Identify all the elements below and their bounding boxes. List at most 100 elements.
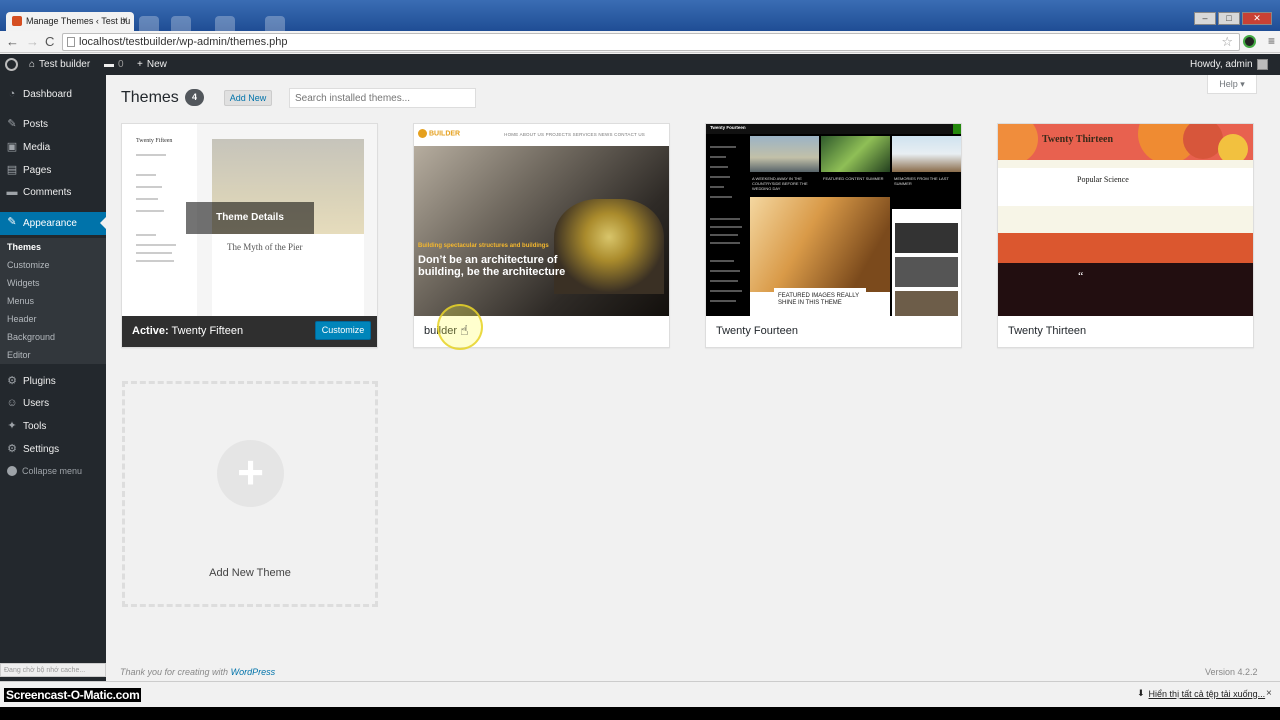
search-themes-input[interactable]	[289, 88, 476, 108]
comments-icon: ▬	[6, 186, 18, 198]
home-icon: ⌂	[29, 59, 36, 70]
preview-band	[998, 206, 1253, 233]
theme-screenshot[interactable]: Twenty Thirteen Popular Science “	[998, 124, 1253, 316]
submenu-customize[interactable]: Customize	[7, 260, 50, 270]
add-new-theme-label: Add New Theme	[209, 567, 291, 579]
sidebar-item-label: Comments	[23, 187, 72, 198]
tab-title: Manage Themes ‹ Test bu	[26, 16, 131, 26]
comments-count: 0	[118, 59, 124, 70]
reload-icon[interactable]: C	[45, 34, 54, 49]
sunset-image	[750, 197, 890, 292]
window-controls: – □ ✕	[1194, 12, 1272, 25]
browser-menu-icon[interactable]: ≡	[1268, 34, 1275, 48]
sidebar-item-posts[interactable]: ✎ Posts	[0, 114, 106, 135]
sidebar-item-pages[interactable]: ▤ Pages	[0, 160, 106, 181]
theme-screenshot[interactable]: Twenty Fifteen The Myth of the Pier Them…	[122, 124, 377, 316]
site-name-link[interactable]: ⌂ Test builder	[29, 59, 90, 70]
sidebar-item-dashboard[interactable]: ◔ Dashboard	[0, 84, 106, 105]
back-icon[interactable]: ←	[6, 34, 19, 49]
preview-band	[998, 263, 1253, 316]
theme-card-twenty-fifteen[interactable]: Twenty Fifteen The Myth of the Pier Them…	[121, 123, 378, 348]
theme-name-bar: Active: Twenty Fifteen Customize	[122, 316, 377, 347]
image-widget	[895, 291, 958, 316]
hand-cursor-icon: ☝	[460, 322, 469, 338]
decor-circle	[1218, 134, 1248, 160]
plugin-icon: ⚙	[7, 375, 17, 387]
submenu-menus[interactable]: Menus	[7, 296, 34, 306]
help-tab[interactable]: Help ▾	[1207, 75, 1257, 94]
wordpress-logo-icon	[5, 58, 18, 71]
preview-caption: MEMORIES FROM THE LAST SUMMER	[894, 176, 949, 186]
blurred-tab[interactable]	[265, 16, 285, 31]
new-tab-button[interactable]	[139, 16, 159, 31]
collapse-menu-button[interactable]: Collapse menu	[7, 466, 82, 476]
preview-post-title: Popular Science	[1077, 175, 1129, 184]
theme-details-button[interactable]: Theme Details	[186, 202, 314, 234]
sidebar-item-label: Dashboard	[23, 89, 72, 100]
brush-icon: ✎	[7, 216, 17, 228]
window-close-button[interactable]: ✕	[1242, 12, 1272, 25]
theme-screenshot[interactable]: BUILDER HOME ABOUT US PROJECTS SERVICES …	[414, 124, 669, 316]
browser-tab[interactable]: Manage Themes ‹ Test bu ×	[6, 12, 134, 31]
sidebar-item-appearance[interactable]: ✎ Appearance	[0, 212, 106, 235]
sidebar-item-comments[interactable]: ▬ Comments	[0, 182, 106, 203]
theme-name: Twenty Fourteen	[716, 325, 798, 337]
wordpress-link[interactable]: WordPress	[231, 667, 276, 677]
collapse-icon	[7, 466, 17, 476]
address-toolbar: ← → C localhost/testbuilder/wp-admin/the…	[0, 31, 1280, 53]
theme-screenshot[interactable]: Twenty Fourteen A WEEKEND AWAY IN THE CO…	[706, 124, 961, 316]
featured-image	[892, 136, 961, 172]
show-all-downloads-text: Hiển thị tất cả tệp tải xuống...	[1148, 688, 1266, 699]
extension-icon[interactable]	[1243, 35, 1256, 48]
account-menu[interactable]: Howdy, admin	[1190, 59, 1268, 70]
preview-sidebar	[706, 136, 748, 316]
search-toggle-icon	[953, 124, 961, 134]
comments-link[interactable]: ▬ 0	[104, 59, 124, 70]
sidebar-item-plugins[interactable]: ⚙ Plugins	[0, 371, 106, 392]
add-new-theme-card[interactable]: + Add New Theme	[122, 381, 378, 607]
download-bar-close-icon[interactable]: ×	[1266, 688, 1272, 699]
submenu-themes[interactable]: Themes	[7, 242, 41, 252]
feature-box: FEATURED IMAGES REALLY SHINE IN THIS THE…	[774, 288, 866, 316]
theme-card-twenty-thirteen[interactable]: Twenty Thirteen Popular Science “ Twenty…	[997, 123, 1254, 348]
sidebar-item-settings[interactable]: ⚙ Settings	[0, 439, 106, 460]
sidebar-item-users[interactable]: ☺ Users	[0, 393, 106, 414]
sidebar-item-label: Settings	[23, 444, 60, 455]
pin-icon: ✎	[7, 118, 17, 130]
quote-mark: “	[1078, 269, 1084, 283]
theme-name: Twenty Fifteen	[171, 325, 244, 337]
submenu-editor[interactable]: Editor	[7, 350, 31, 360]
submenu-widgets[interactable]: Widgets	[7, 278, 40, 288]
page-title: Themes	[121, 89, 179, 106]
preview-post-title: The Myth of the Pier	[227, 242, 303, 252]
blurred-tab[interactable]	[215, 16, 235, 31]
wp-logo-menu[interactable]	[5, 58, 18, 71]
theme-name-bar: Twenty Fourteen	[706, 316, 961, 347]
minimize-button[interactable]: –	[1194, 12, 1216, 25]
decor-circle	[998, 124, 1038, 160]
submenu-header[interactable]: Header	[7, 314, 37, 324]
theme-card-twenty-fourteen[interactable]: Twenty Fourteen A WEEKEND AWAY IN THE CO…	[705, 123, 962, 348]
tab-close-icon[interactable]: ×	[122, 15, 128, 26]
hero-headline: Don’t be an architecture of building, be…	[418, 254, 566, 278]
decor-circle	[1183, 124, 1223, 159]
maximize-button[interactable]: □	[1218, 12, 1240, 25]
add-new-button[interactable]: Add New	[224, 90, 272, 106]
customize-button[interactable]: Customize	[315, 321, 371, 340]
featured-image	[821, 136, 890, 172]
sidebar-item-tools[interactable]: ✦ Tools	[0, 416, 106, 437]
new-content-link[interactable]: + New	[137, 59, 167, 70]
worker-image	[554, 199, 664, 294]
forward-icon[interactable]: →	[26, 34, 39, 49]
sidebar-item-media[interactable]: ▣ Media	[0, 137, 106, 158]
bookmark-star-icon[interactable]: ☆	[1221, 34, 1233, 50]
show-all-downloads-link[interactable]: ⬇ Hiển thị tất cả tệp tải xuống...	[1137, 688, 1265, 699]
url-text: localhost/testbuilder/wp-admin/themes.ph…	[79, 36, 288, 48]
blurred-tab[interactable]	[171, 16, 191, 31]
url-field[interactable]: localhost/testbuilder/wp-admin/themes.ph…	[62, 33, 1240, 51]
video-widget	[895, 223, 958, 253]
new-label: New	[146, 59, 167, 70]
submenu-background[interactable]: Background	[7, 332, 55, 342]
sidebar-item-label: Plugins	[23, 376, 56, 387]
pages-icon: ▤	[6, 164, 18, 176]
